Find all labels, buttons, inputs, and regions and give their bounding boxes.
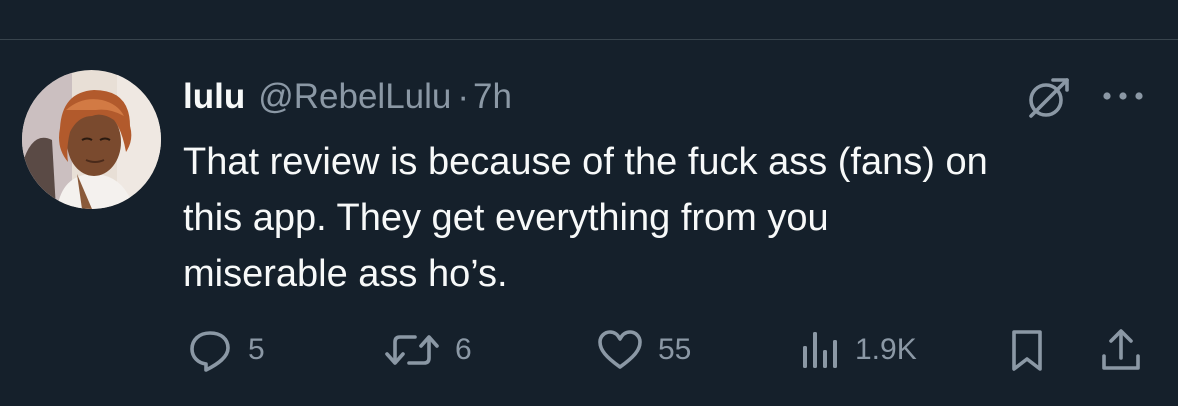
views-count: 1.9K	[855, 333, 917, 366]
retweet-count: 6	[455, 333, 472, 366]
user-handle[interactable]: @RebelLulu	[258, 74, 451, 120]
tweet-text-line: this app. They get everything from you	[183, 197, 829, 239]
bookmark-icon[interactable]	[1005, 326, 1049, 374]
tweet-text-line: miserable ass ho’s.	[183, 253, 508, 295]
reply-count: 5	[248, 333, 265, 366]
share-icon[interactable]	[1098, 326, 1144, 374]
tweet-text-line: That review is because of the fuck ass (…	[183, 141, 988, 183]
display-name[interactable]: lulu	[183, 74, 245, 120]
reply-button[interactable]: 5	[186, 326, 265, 374]
like-count: 55	[658, 333, 692, 366]
top-divider	[0, 39, 1178, 40]
like-button[interactable]: 55	[596, 326, 691, 374]
views-icon	[803, 332, 837, 368]
more-icon[interactable]	[1101, 84, 1145, 108]
tweet-text: That review is because of the fuck ass (…	[183, 134, 1163, 302]
retweet-icon	[385, 335, 439, 365]
heart-icon	[598, 330, 642, 369]
tweet-header: lulu @RebelLulu · 7h	[183, 74, 512, 120]
timestamp[interactable]: 7h	[473, 74, 512, 120]
reply-icon	[190, 331, 230, 372]
views-button[interactable]: 1.9K	[799, 326, 917, 374]
grok-icon[interactable]	[1025, 76, 1071, 120]
separator-dot: ·	[457, 77, 470, 116]
retweet-button[interactable]: 6	[383, 326, 472, 374]
avatar[interactable]	[22, 70, 161, 209]
